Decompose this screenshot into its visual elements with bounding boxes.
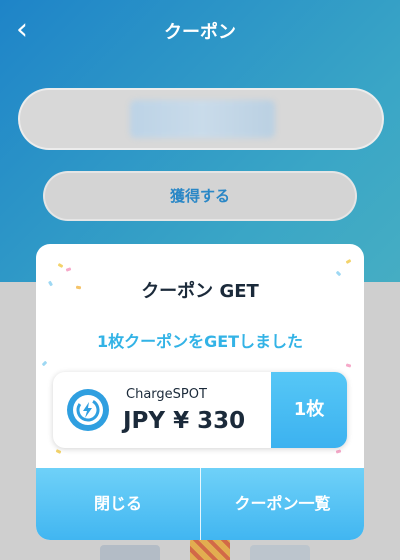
coupon-get-dialog: クーポン GET 1枚クーポンをGETしました ChargeSPOT JPY ¥… xyxy=(36,244,364,540)
confetti xyxy=(57,262,64,269)
blurred-code-value xyxy=(130,100,275,138)
confetti xyxy=(335,270,342,277)
coupon-list-button[interactable]: クーポン一覧 xyxy=(201,468,364,540)
confetti xyxy=(345,258,352,265)
gift-box-illustration xyxy=(190,538,230,560)
confetti xyxy=(345,363,352,368)
coupon-count: 1枚 xyxy=(271,372,347,448)
dialog-button-row: 閉じる クーポン一覧 xyxy=(36,468,364,540)
coupon-card: ChargeSPOT JPY ¥ 330 1枚 xyxy=(53,372,347,448)
chargespot-bolt-icon xyxy=(67,389,109,431)
coupon-amount: JPY ¥ 330 xyxy=(123,408,246,434)
background-illustration xyxy=(250,545,310,560)
top-bar: ‹ クーポン xyxy=(0,0,400,60)
close-button[interactable]: 閉じる xyxy=(36,468,200,540)
confetti xyxy=(41,360,48,367)
confetti xyxy=(65,267,72,272)
confetti xyxy=(55,449,62,454)
dialog-subtitle: 1枚クーポンをGETしました xyxy=(96,332,304,351)
coupon-code-input[interactable] xyxy=(18,88,384,150)
coupon-brand: ChargeSPOT xyxy=(126,387,207,402)
confetti xyxy=(335,449,342,454)
page-title: クーポン xyxy=(164,22,236,43)
get-coupon-button[interactable]: 獲得する xyxy=(43,171,357,221)
dialog-title: クーポン GET xyxy=(141,281,259,302)
background-illustration xyxy=(100,545,160,560)
